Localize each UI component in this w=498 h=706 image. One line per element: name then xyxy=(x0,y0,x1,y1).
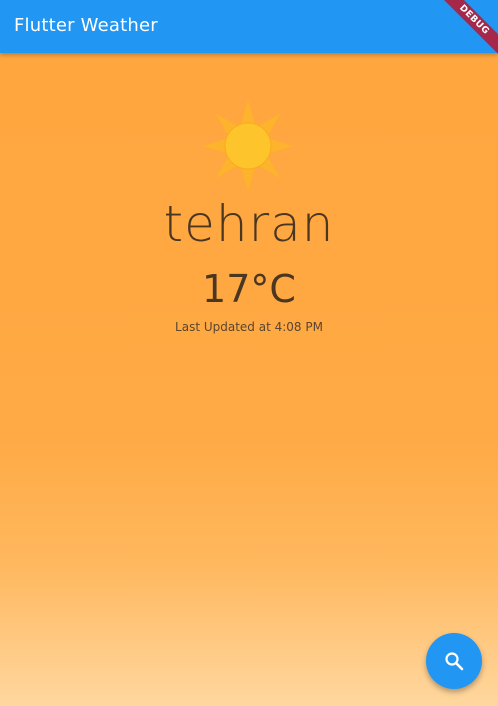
city-name: tehran xyxy=(163,195,335,253)
temperature: 17°C xyxy=(202,267,296,311)
app-bar: Flutter Weather xyxy=(0,0,498,53)
search-icon xyxy=(445,652,464,671)
debug-banner: DEBUG xyxy=(428,0,498,70)
debug-banner-label: DEBUG xyxy=(433,0,498,61)
app-title: Flutter Weather xyxy=(14,15,158,36)
last-updated-text: Last Updated at 4:08 PM xyxy=(175,320,323,334)
sun-icon xyxy=(202,100,294,192)
search-button[interactable] xyxy=(426,633,482,689)
